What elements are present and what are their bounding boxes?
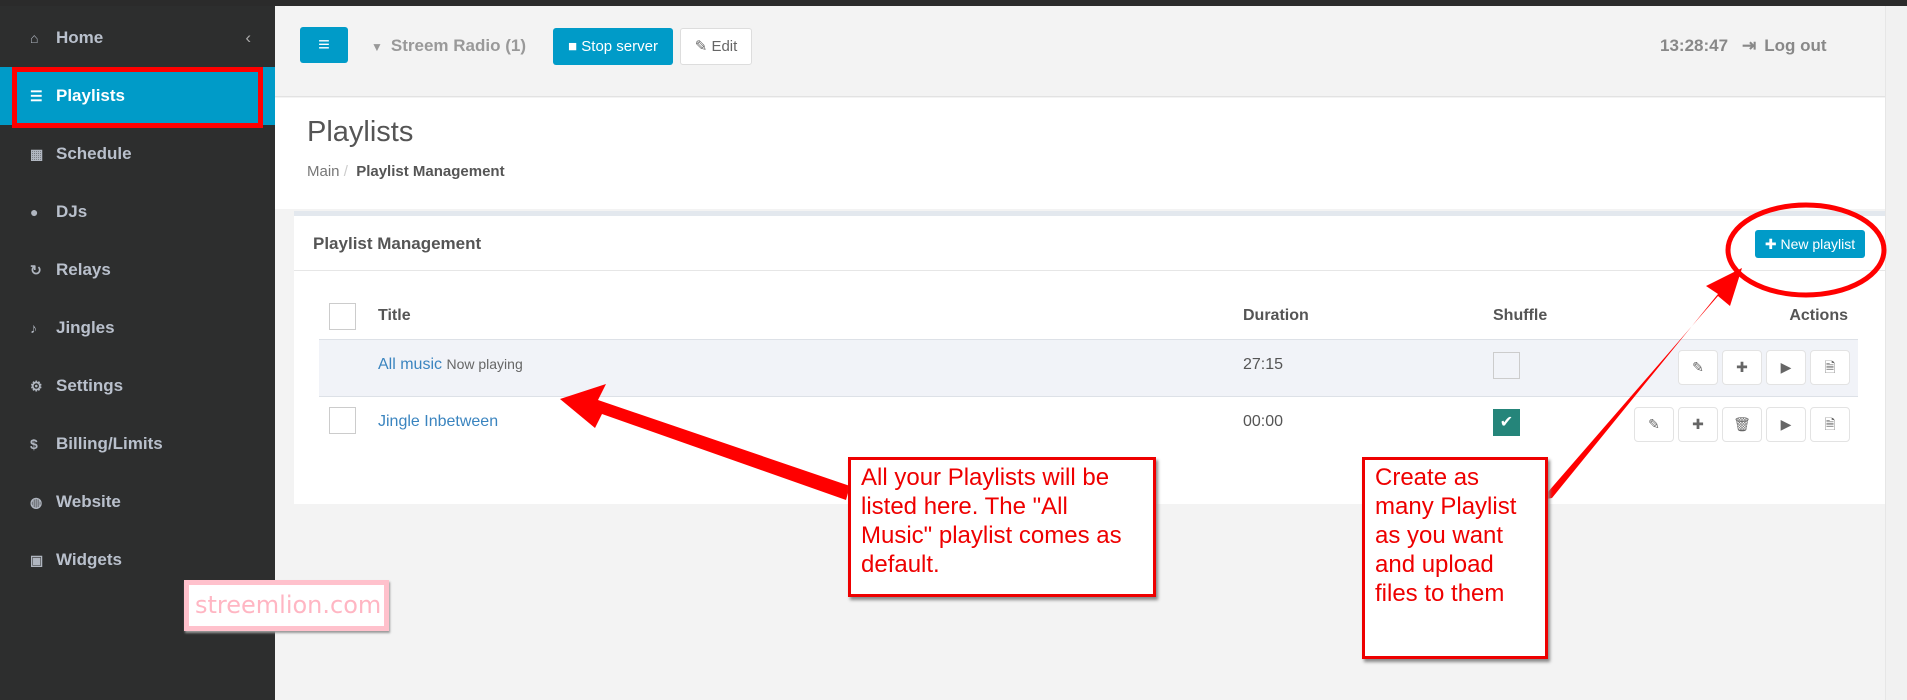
annotation-note-left: All your Playlists will be listed here. …: [848, 457, 1156, 597]
annotation-arrow-left: [560, 384, 850, 500]
annotation-note-right: Create as many Playlist as you want and …: [1362, 457, 1548, 659]
annotation-ellipse: [1725, 202, 1887, 298]
annotation-arrow-right: [1541, 268, 1742, 500]
